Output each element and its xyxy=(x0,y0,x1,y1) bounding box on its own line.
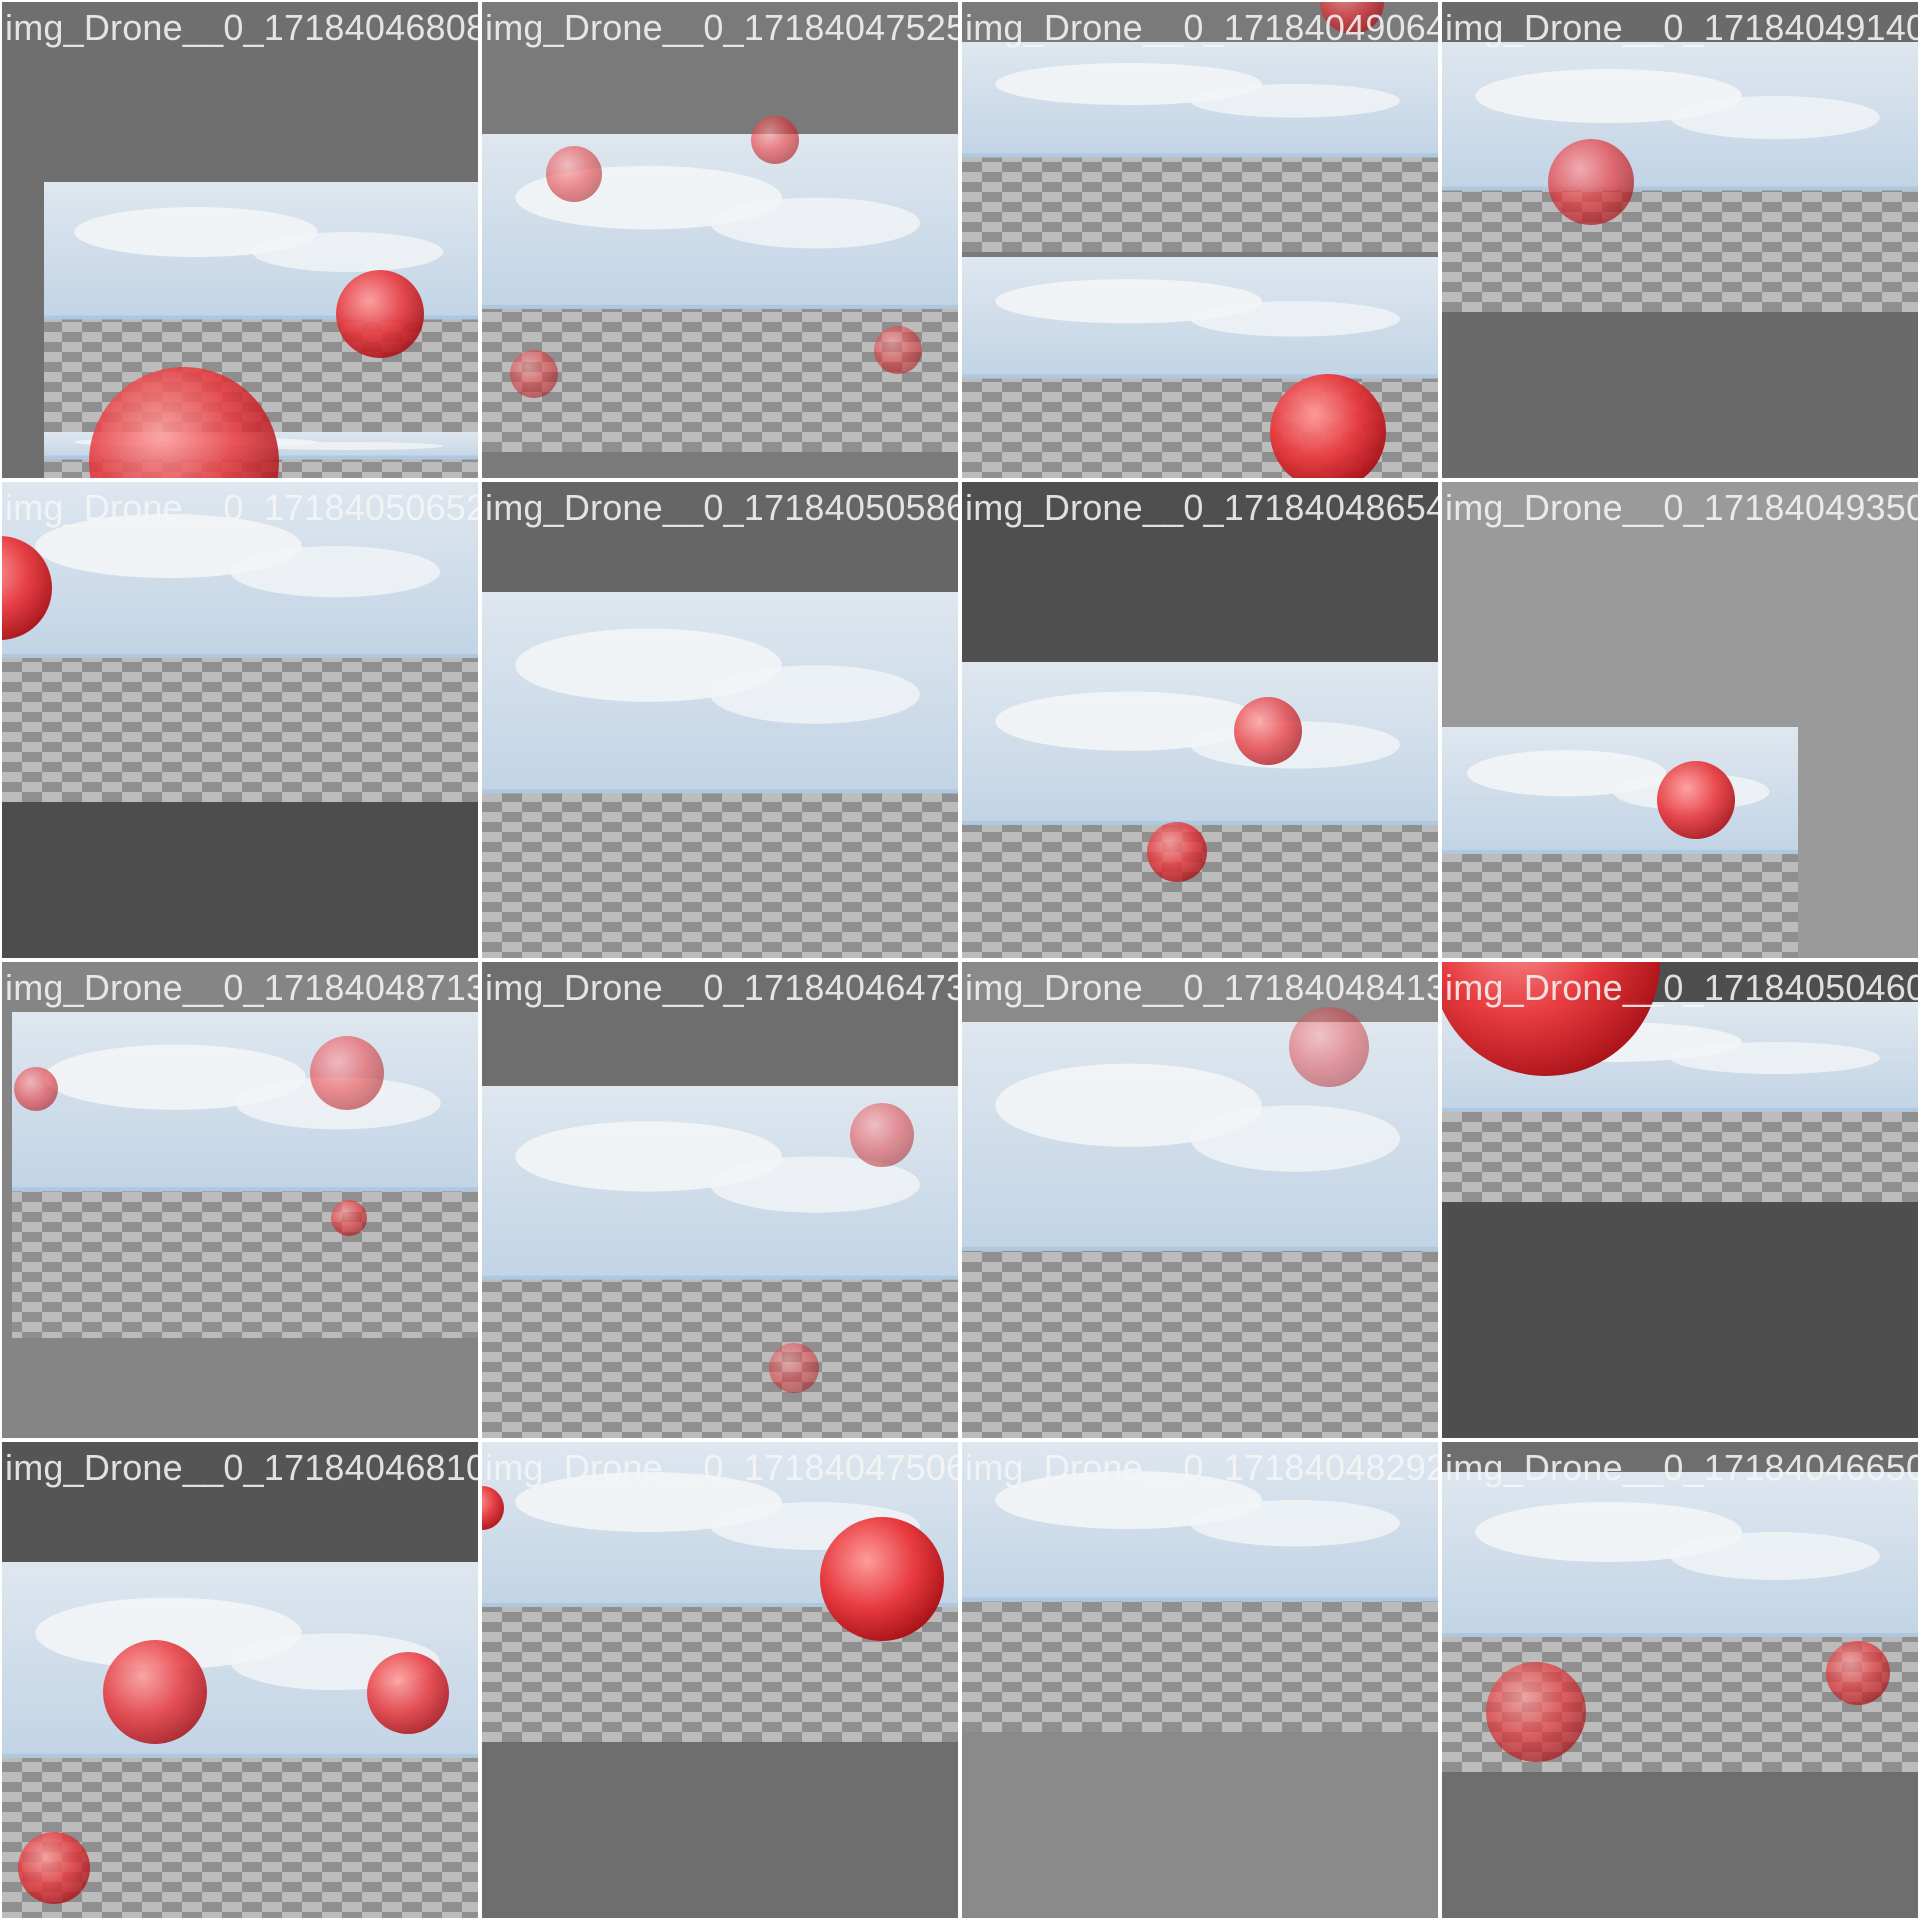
red-ball xyxy=(336,270,424,358)
scene-panel xyxy=(2,482,478,802)
drone-image-tile: img_Drone__0_1718404871344901800.png xyxy=(2,962,478,1438)
drone-image-tile: img_Drone__0_1718404865458829000.png xyxy=(962,482,1438,958)
drone-image-tile: img_Drone__0_1718404935000000000.png xyxy=(1442,482,1918,958)
drone-camera-frame xyxy=(482,1086,958,1438)
scene-panel xyxy=(962,1442,1438,1732)
drone-image-tile: img_Drone__0_1718404841364301100.png xyxy=(962,962,1438,1438)
scene-panel xyxy=(962,662,1438,958)
drone-image-tile: img_Drone__0_1718404647327027400.png xyxy=(482,962,958,1438)
drone-camera-frame xyxy=(482,592,958,958)
red-ball xyxy=(1548,139,1634,225)
drone-camera-frame xyxy=(1442,1472,1918,1772)
scene-panel xyxy=(1442,727,1798,958)
drone-camera-frame xyxy=(2,1562,478,1918)
red-ball xyxy=(874,326,922,374)
red-ball xyxy=(850,1103,914,1167)
red-ball xyxy=(1147,822,1207,882)
drone-image-tile: img_Drone__0_1718405058679044400.png xyxy=(482,482,958,958)
drone-image-tile: img_Drone__0_1718404752509292600.png xyxy=(482,2,958,478)
drone-camera-frame xyxy=(482,116,958,452)
drone-camera-frame xyxy=(482,1442,958,1742)
drone-camera-frame xyxy=(962,2,1438,478)
drone-image-tile: img_Drone__0_1718404750685697400.png xyxy=(482,1442,958,1918)
image-mosaic-grid: img_Drone__0_1718404680825300700.pngimg_… xyxy=(0,0,1920,1920)
drone-image-tile: img_Drone__0_1718404680825300700.png xyxy=(2,2,478,478)
drone-camera-frame xyxy=(962,1442,1438,1732)
red-ball xyxy=(1289,1007,1369,1087)
drone-image-tile: img_Drone__0_1718404906438421500.png xyxy=(962,2,1438,478)
red-ball xyxy=(751,116,799,164)
red-ball xyxy=(546,146,602,202)
red-ball xyxy=(510,350,558,398)
scene-panel xyxy=(962,42,1438,252)
red-ball xyxy=(18,1832,90,1904)
drone-image-tile: img_Drone__0_1718404681062202000.png xyxy=(2,1442,478,1918)
drone-image-tile: img_Drone__0_1718405065251772400.png xyxy=(2,482,478,958)
scene-panel xyxy=(482,592,958,958)
drone-camera-frame xyxy=(962,662,1438,958)
drone-camera-frame xyxy=(1442,727,1798,958)
red-ball xyxy=(1486,1662,1586,1762)
drone-camera-frame xyxy=(962,1007,1438,1438)
drone-camera-frame xyxy=(2,482,478,802)
red-ball xyxy=(331,1200,367,1236)
drone-image-tile: img_Drone__0_1718404829271653800.png xyxy=(962,1442,1438,1918)
drone-camera-frame xyxy=(12,1012,478,1338)
red-ball xyxy=(1826,1641,1890,1705)
red-ball xyxy=(367,1652,449,1734)
red-ball xyxy=(1320,2,1384,34)
red-ball xyxy=(103,1640,207,1744)
drone-camera-frame xyxy=(1442,962,1918,1202)
red-ball xyxy=(14,1067,58,1111)
scene-panel xyxy=(962,1022,1438,1438)
red-ball xyxy=(310,1036,384,1110)
red-ball xyxy=(769,1343,819,1393)
red-ball xyxy=(1657,761,1735,839)
red-ball xyxy=(1234,697,1302,765)
drone-camera-frame xyxy=(44,182,478,478)
scene-panel xyxy=(1442,42,1918,312)
drone-camera-frame xyxy=(1442,42,1918,312)
scene-panel xyxy=(12,1012,478,1338)
drone-image-tile: img_Drone__0_1718404665000000000.png xyxy=(1442,1442,1918,1918)
drone-image-tile: img_Drone__0_1718405046000000000.png xyxy=(1442,962,1918,1438)
drone-image-tile: img_Drone__0_1718404914000000000.png xyxy=(1442,2,1918,478)
red-ball xyxy=(820,1517,944,1641)
